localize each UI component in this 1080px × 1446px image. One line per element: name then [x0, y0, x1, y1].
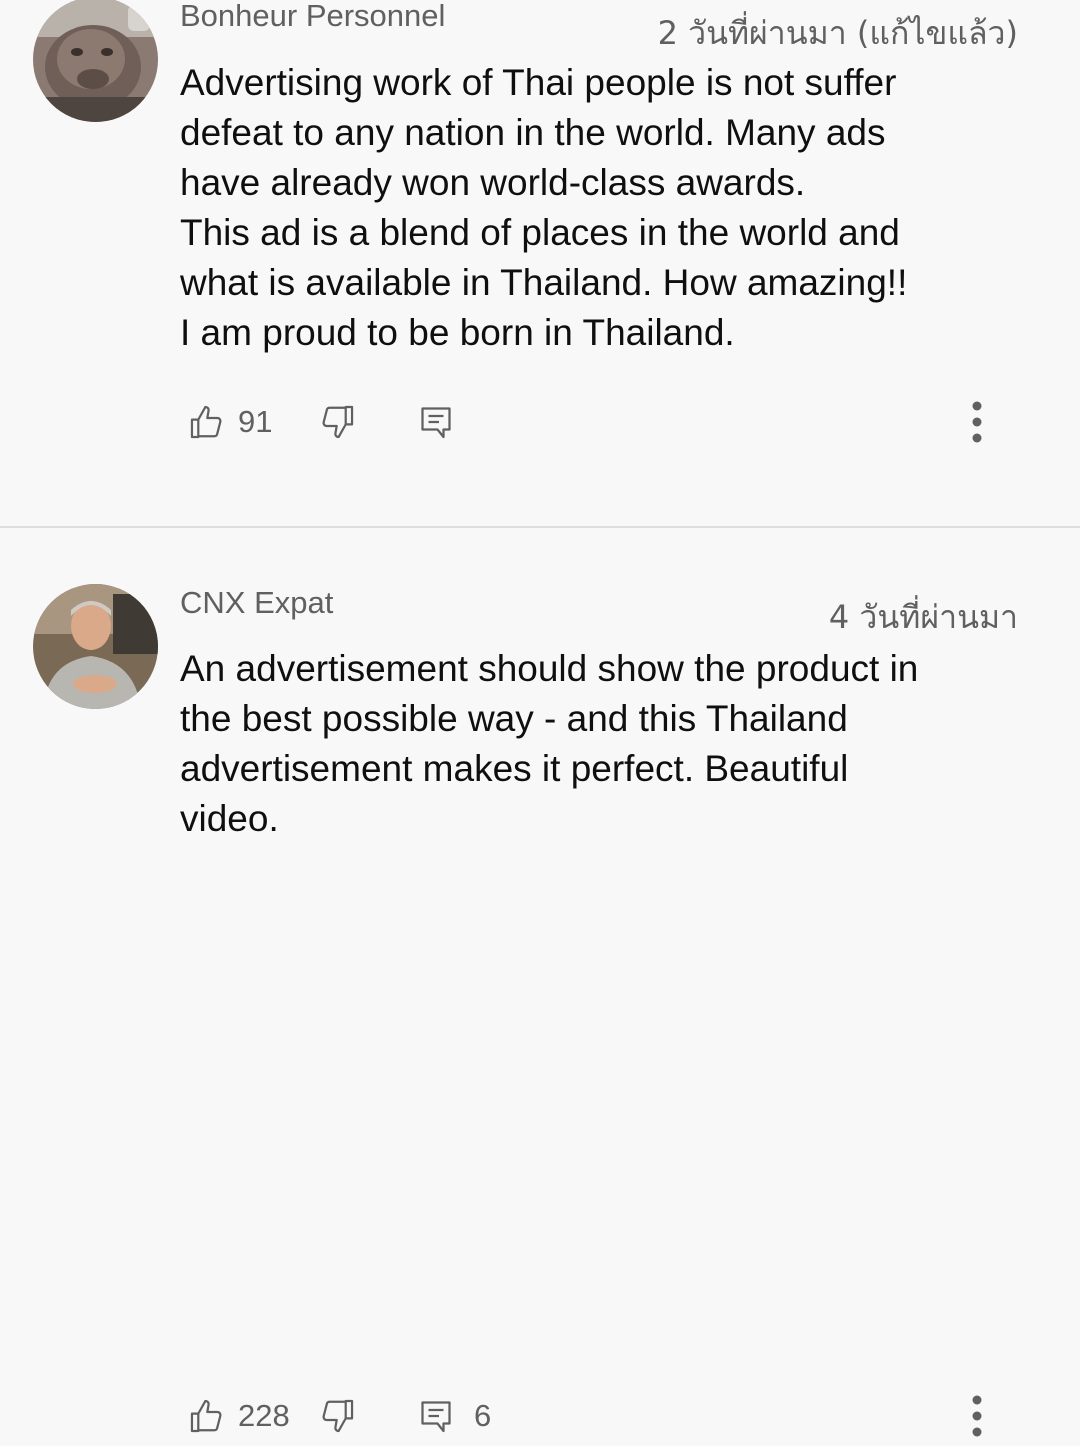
dislike-button[interactable] [318, 1386, 356, 1446]
reply-button[interactable] [418, 392, 454, 452]
reply-button[interactable]: 6 [418, 1386, 491, 1446]
more-options-button[interactable] [965, 392, 989, 452]
comment-timestamp: 2 วันที่ผ่านมา (แก้ไขแล้ว) [657, 14, 1018, 52]
comment-actions: 91 [0, 392, 1080, 452]
reply-comment-icon [421, 407, 451, 439]
comment-author[interactable]: Bonheur Personnel [180, 0, 445, 34]
like-count: 91 [238, 404, 273, 439]
comment-timestamp: 4 วันที่ผ่านมา [828, 598, 1018, 636]
dislike-button[interactable] [318, 392, 356, 452]
comment-author[interactable]: CNX Expat [180, 585, 333, 621]
comment-actions: 228 6 [0, 1386, 1080, 1446]
more-options-button[interactable] [965, 1386, 989, 1446]
thumbs-down-icon [322, 405, 354, 439]
more-vertical-icon [972, 401, 982, 443]
avatar[interactable] [33, 0, 158, 122]
thumbs-up-icon [190, 405, 222, 439]
reply-count: 6 [474, 1398, 492, 1433]
comment-divider [0, 526, 1080, 528]
like-button[interactable]: 228 [188, 1386, 290, 1446]
like-count: 228 [238, 1398, 290, 1433]
like-button[interactable]: 91 [188, 392, 272, 452]
comment-text: An advertisement should show the product… [180, 648, 919, 839]
more-vertical-icon [972, 1395, 982, 1437]
comment-text: Advertising work of Thai people is not s… [180, 62, 908, 353]
thumbs-down-icon [322, 1399, 354, 1433]
avatar-camel-image [33, 0, 158, 122]
thumbs-up-icon [190, 1399, 222, 1433]
avatar-person-image [33, 584, 158, 709]
avatar[interactable] [33, 584, 158, 709]
reply-comment-icon [421, 1401, 451, 1433]
